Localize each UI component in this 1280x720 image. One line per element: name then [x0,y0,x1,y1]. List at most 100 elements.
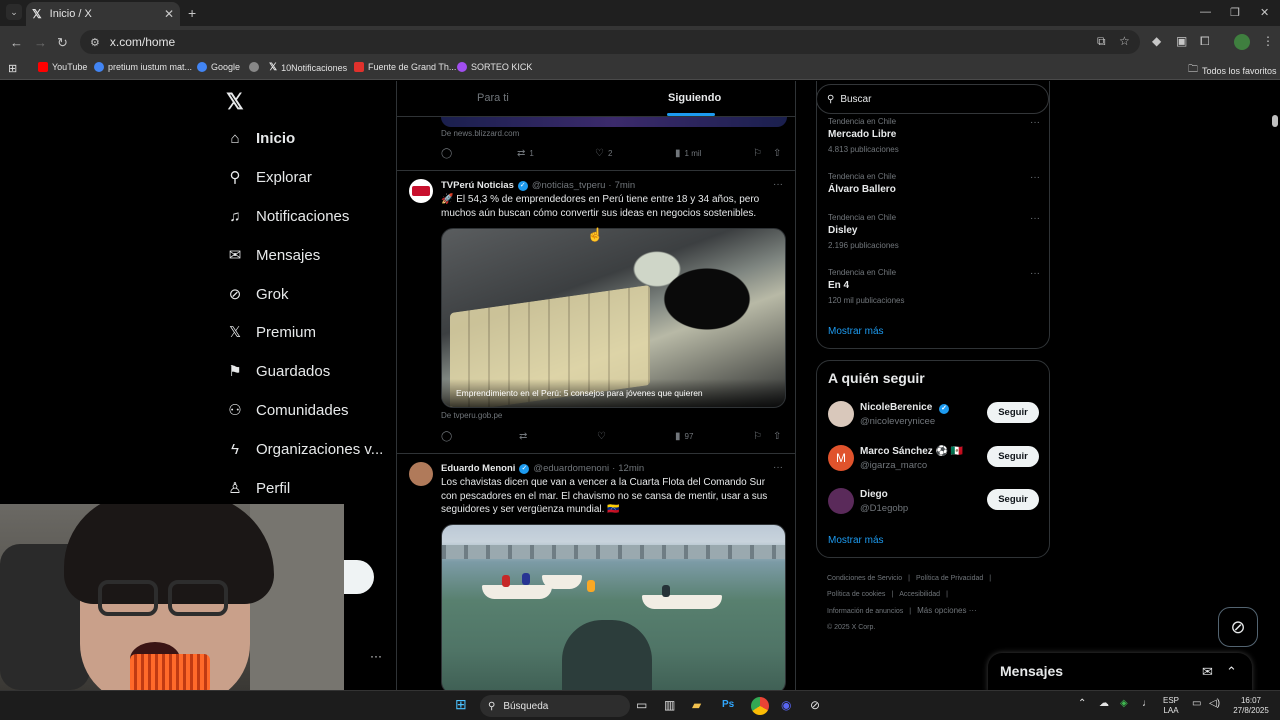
footer-link[interactable]: Política de cookies [827,591,885,598]
like-button[interactable]: ♡ 2 [595,148,612,159]
windows-start-icon[interactable]: ⊞ [455,696,467,713]
minimize-icon[interactable]: — [1200,6,1211,18]
nav-comunidades[interactable]: ⚇ Comunidades [226,401,348,420]
author-handle[interactable]: @noticias_tvperu [532,180,606,191]
trend-item[interactable]: Tendencia en Chile Mercado Libre 4.813 p… [828,117,1040,154]
post-time[interactable]: 7min [615,180,636,191]
share-button[interactable]: ⇧ [773,148,781,159]
trend-item[interactable]: Tendencia en Chile En 4 120 mil publicac… [828,268,1040,305]
nav-grok[interactable]: ⊘ Grok [226,285,289,304]
grok-button[interactable]: ⊘ [1218,607,1258,647]
clock[interactable]: 16:07 27/8/2025 [1226,696,1276,716]
reply-button[interactable]: ◯ [441,148,452,159]
author-name[interactable]: TVPerú Noticias [441,180,514,191]
nav-mensajes[interactable]: ✉ Mensajes [226,246,321,265]
display-icon[interactable]: ▭ [1192,698,1201,709]
new-message-icon[interactable]: ✉ [1202,664,1213,680]
avatar[interactable] [828,401,854,427]
photoshop-icon[interactable]: Ps [722,699,734,710]
restore-icon[interactable]: ❐ [1230,6,1240,19]
follow-button[interactable]: Seguir [987,489,1039,510]
share-button[interactable]: ⇧ [773,431,781,442]
footer-link[interactable]: Condiciones de Servicio [827,575,902,582]
more-options-link[interactable]: Más opciones ··· [917,606,977,615]
grok-app-icon[interactable]: ⊘ [810,698,820,712]
cloud-icon[interactable]: ☁ [1099,698,1109,709]
tab-siguiendo[interactable]: Siguiendo [668,92,721,104]
post-time[interactable]: 12min [618,463,644,474]
chrome-icon[interactable] [751,697,769,715]
post-source[interactable]: De tvperu.gob.pe [441,411,502,420]
repost-button[interactable]: ⇄ 1 [517,148,534,159]
x-logo-icon[interactable]: 𝕏 [226,89,244,115]
messages-dock[interactable]: Mensajes ✉ ⌃ [988,653,1252,690]
tab-para-ti[interactable]: Para ti [477,92,509,104]
show-more-trends-link[interactable]: Mostrar más [828,326,884,337]
post[interactable]: TVPerú Noticias ✓ @noticias_tvperu · 7mi… [397,171,795,453]
puzzle-icon[interactable]: ⧠ [1200,34,1210,49]
forward-icon[interactable]: → [34,35,47,50]
task-view-icon[interactable]: ▭ [636,698,647,712]
avatar[interactable] [409,179,433,203]
close-tab-icon[interactable]: ✕ [164,7,174,21]
mic-icon[interactable]: ♩ [1142,698,1152,709]
like-button[interactable]: ♡ [597,431,606,442]
volume-icon[interactable]: ◁) [1209,698,1220,709]
extension2-icon[interactable]: ▣ [1176,34,1187,48]
more-icon[interactable]: ··· [1030,117,1040,128]
bookmark-gta[interactable]: Fuente de Grand Th... [354,62,456,72]
avatar[interactable] [409,462,433,486]
extension-icon[interactable]: ◆ [1152,34,1161,48]
follow-suggestion[interactable]: NicoleBerenice ✓ @nicoleverynicee Seguir [828,401,1040,431]
nav-organizaciones[interactable]: ϟ Organizaciones v... [226,440,383,458]
all-bookmarks[interactable]: 🗀 Todos los favoritos [1188,62,1277,79]
site-info-icon[interactable]: ⚙ [90,36,100,49]
user-name[interactable]: Marco Sánchez ⚽ 🇲🇽 [860,446,963,457]
install-icon[interactable]: ⧉ [1097,34,1106,49]
nav-notificaciones[interactable]: ♫ Notificaciones [226,207,349,225]
trend-item[interactable]: Tendencia en Chile Álvaro Ballero ··· [828,172,1040,195]
bookmark-youtube[interactable]: YouTube [38,62,87,72]
link-card-image[interactable]: Emprendimiento en el Perú: 5 consejos pa… [441,228,786,408]
search-box[interactable]: ⚲ Buscar [816,84,1049,114]
follow-button[interactable]: Seguir [987,446,1039,467]
reload-icon[interactable]: ↻ [57,35,68,51]
menu-icon[interactable]: ⋮ [1262,34,1274,48]
app-icon[interactable]: ▥ [664,698,675,712]
close-window-icon[interactable]: ✕ [1260,6,1269,19]
address-bar[interactable]: ⚙ x.com/home [80,30,1140,54]
show-more-follow-link[interactable]: Mostrar más [828,535,884,546]
language-indicator[interactable]: ESP LAA [1163,696,1179,716]
more-icon[interactable]: ··· [1030,172,1040,183]
new-tab-icon[interactable]: + [188,5,196,21]
apps-icon[interactable]: ⊞ [8,62,17,75]
bookmark-button[interactable]: ⚐ [753,148,762,159]
file-explorer-icon[interactable]: ▰ [692,698,701,712]
bookmark-button[interactable]: ⚐ [753,431,762,442]
expand-icon[interactable]: ⌃ [1226,664,1237,680]
user-name[interactable]: Diego [860,489,888,500]
repost-button[interactable]: ⇄ [519,431,527,442]
nav-inicio[interactable]: ⌂ Inicio [226,129,295,147]
avatar[interactable]: M [828,445,854,471]
tray-app-icon[interactable]: ◈ [1120,698,1128,709]
more-icon[interactable]: ··· [1030,268,1040,279]
follow-button[interactable]: Seguir [987,402,1039,423]
author-handle[interactable]: @eduardomenoni [533,463,609,474]
nav-guardados[interactable]: ⚑ Guardados [226,362,330,381]
views-button[interactable]: ▮ 1 mil [675,148,701,159]
discord-icon[interactable]: ◉ [781,698,791,712]
more-icon[interactable]: ··· [1030,213,1040,224]
bookmark-pretium[interactable]: pretium iustum mat... [94,62,192,72]
bookmark-notificaciones[interactable]: 𝕏 10Notificaciones [269,62,347,73]
footer-link[interactable]: Accesibilidad [899,591,940,598]
user-name[interactable]: NicoleBerenice ✓ [860,402,953,414]
trend-item[interactable]: Tendencia en Chile Disley 2.196 publicac… [828,213,1040,250]
follow-suggestion[interactable]: Diego @D1egobp Seguir [828,488,1040,518]
post[interactable]: Eduardo Menoni ✓ @eduardomenoni · 12min … [397,454,795,690]
footer-link[interactable]: Política de Privacidad [916,575,983,582]
views-button[interactable]: ▮ 97 [675,431,693,442]
taskbar-search[interactable]: ⚲ Búsqueda [480,695,630,717]
author-name[interactable]: Eduardo Menoni [441,463,515,474]
avatar[interactable] [828,488,854,514]
